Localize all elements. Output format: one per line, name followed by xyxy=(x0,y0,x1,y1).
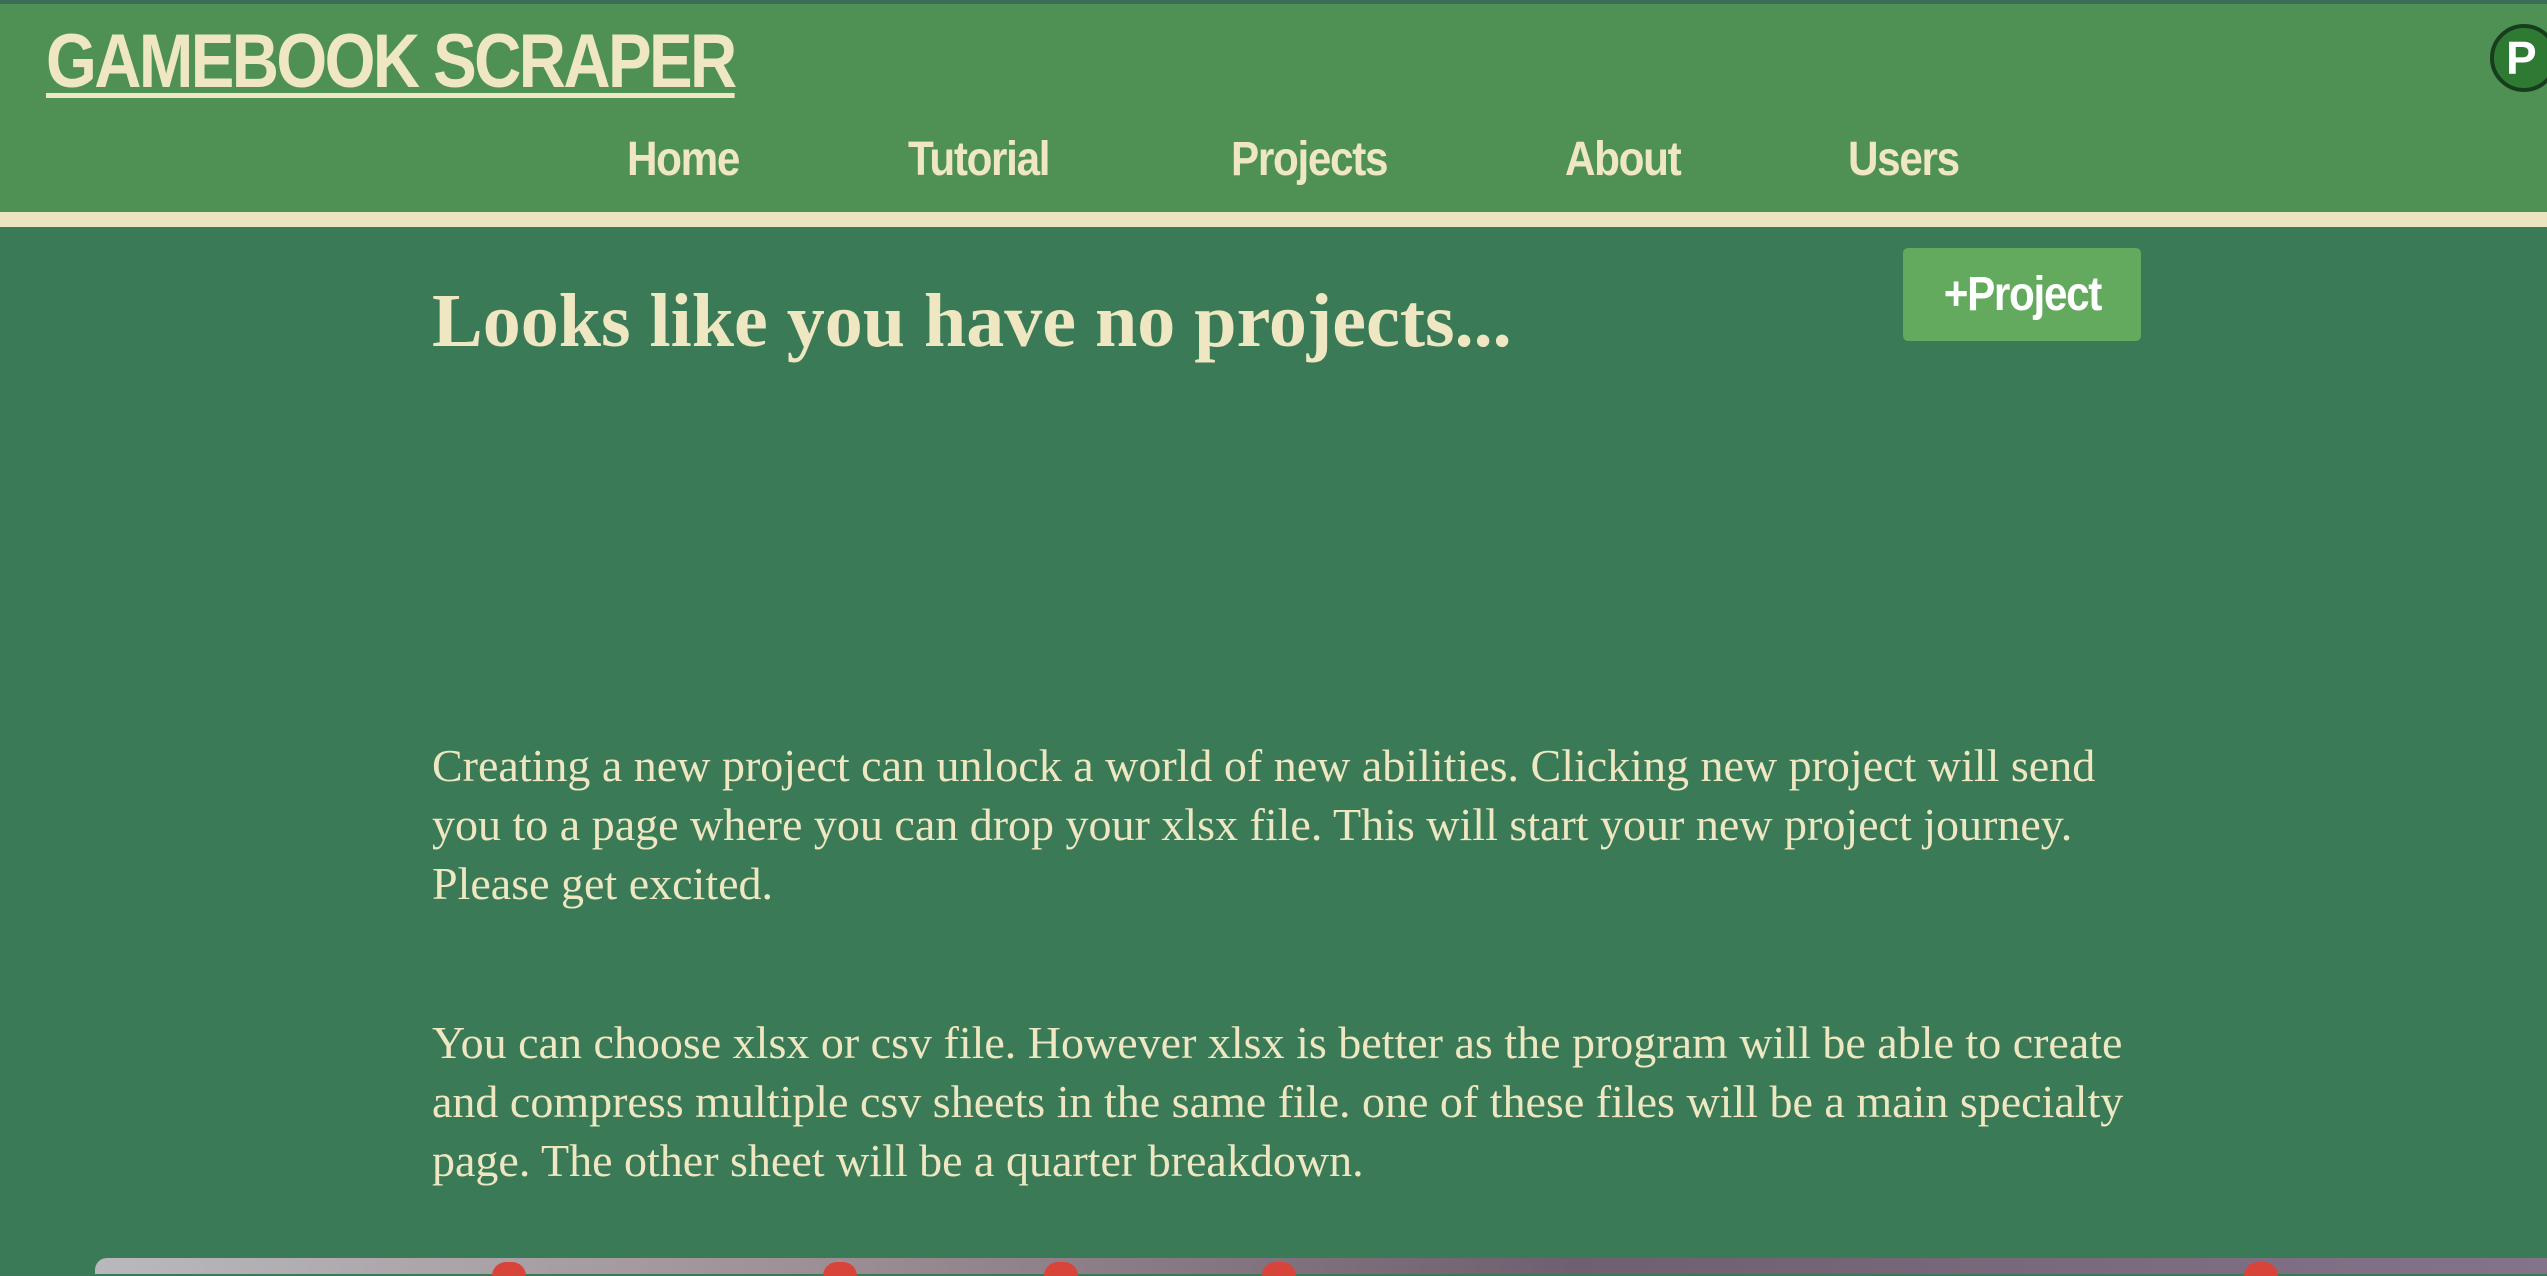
app-window: GAMEBOOK SCRAPER Home Tutorial Projects … xyxy=(0,0,2547,1258)
dock-bar xyxy=(95,1258,2547,1274)
add-project-button[interactable]: +Project xyxy=(1903,248,2141,341)
site-header: GAMEBOOK SCRAPER Home Tutorial Projects … xyxy=(0,4,2547,212)
page-title: Looks like you have no projects... xyxy=(432,279,1512,363)
file-type-paragraph: You can choose xlsx or csv file. However… xyxy=(432,1017,2124,1186)
nav-tutorial[interactable]: Tutorial xyxy=(908,132,1051,187)
add-project-label: +Project xyxy=(1943,268,2102,321)
user-avatar[interactable]: P xyxy=(2490,24,2547,92)
intro-paragraph: Creating a new project can unlock a worl… xyxy=(432,740,2096,909)
nav-about[interactable]: About xyxy=(1565,132,1682,187)
header-divider xyxy=(0,212,2547,227)
nav-users[interactable]: Users xyxy=(1848,132,1960,187)
nav-home[interactable]: Home xyxy=(627,132,740,187)
site-title-link[interactable]: GAMEBOOK SCRAPER xyxy=(46,18,737,105)
nav-projects[interactable]: Projects xyxy=(1231,132,1388,187)
